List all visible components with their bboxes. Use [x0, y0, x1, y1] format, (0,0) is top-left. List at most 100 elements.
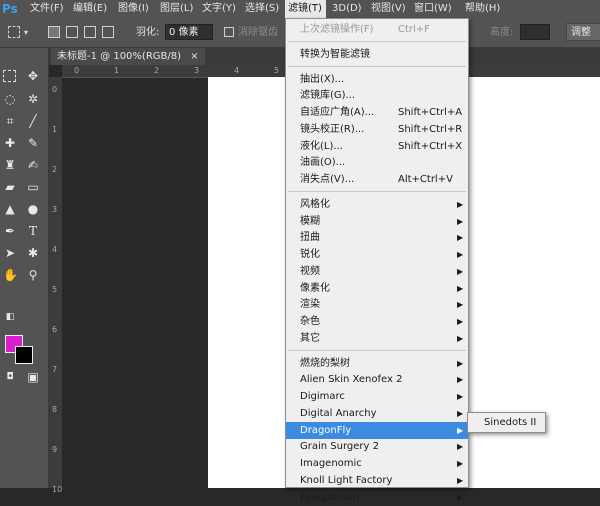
submenu-arrow-icon: ▶ [457, 300, 464, 310]
menu-layer[interactable]: 图层(L) [160, 0, 193, 18]
filter-menu-item[interactable]: 风格化 ▶ [286, 196, 468, 213]
filter-menu-item[interactable]: Knoll Light Factory ▶ [286, 472, 468, 489]
marquee-icon[interactable] [3, 70, 16, 82]
filter-menu-item[interactable]: 自适应广角(A)... Shift+Ctrl+A [286, 104, 468, 121]
move-icon[interactable]: ✥ [26, 69, 40, 83]
filter-menu-item[interactable]: 渲染 ▶ [286, 296, 468, 313]
filter-menu-item-shortcut: Ctrl+F [398, 24, 430, 35]
ruler-top-number: 2 [154, 66, 160, 75]
menu-select[interactable]: 选择(S) [245, 0, 279, 18]
crop-icon[interactable]: ⌗ [3, 114, 17, 128]
ruler-left-number: 5 [52, 285, 58, 294]
filter-menu-item[interactable]: Digimarc ▶ [286, 388, 468, 405]
gradient-icon[interactable]: ▭ [26, 180, 40, 194]
filter-menu-item-label: 杂色 [300, 316, 320, 327]
close-icon[interactable]: × [190, 51, 198, 62]
default-colors-icon[interactable]: ◧ [3, 310, 17, 324]
filter-menu-item[interactable]: 锐化 ▶ [286, 246, 468, 263]
add-to-selection-icon[interactable] [66, 26, 78, 38]
healing-brush-icon[interactable]: ✚ [3, 136, 17, 150]
marquee-preset-icon[interactable] [8, 26, 20, 38]
lasso-icon[interactable]: ◌ [3, 92, 17, 106]
ruler-left-number: 0 [52, 85, 58, 94]
filter-menu-item[interactable]: Alien Skin Xenofex 2 ▶ [286, 371, 468, 388]
antialias-checkbox[interactable] [224, 27, 234, 37]
filter-menu-item-label: 渲染 [300, 299, 320, 311]
chevron-down-icon[interactable]: ▾ [24, 18, 28, 47]
ruler-top-number: 3 [194, 66, 200, 75]
filter-menu: 上次滤镜操作(F) Ctrl+F 转换为智能滤镜 抽出(X)... 滤镜库(G)... 自… [285, 18, 469, 503]
filter-menu-item[interactable]: 抽出(X)... [286, 71, 468, 88]
filter-menu-item[interactable]: Imagenomic ▶ [286, 455, 468, 472]
submenu-arrow-icon: ▶ [457, 283, 464, 293]
filter-menu-item[interactable]: Digital Anarchy ▶ [286, 405, 468, 422]
filter-menu-item[interactable]: Panopticum ▶ [286, 489, 468, 506]
filter-menu-item[interactable]: 镜头校正(R)... Shift+Ctrl+R [286, 121, 468, 138]
filter-menu-item[interactable]: 液化(L)... Shift+Ctrl+X [286, 138, 468, 155]
document-tab[interactable]: 未标题-1 @ 100%(RGB/8) × [51, 48, 205, 65]
dragonfly-submenu: Sinedots II [467, 412, 546, 433]
refine-edge-button[interactable]: 调整 [566, 23, 600, 41]
submenu-item-sinedots[interactable]: Sinedots II [484, 413, 536, 432]
filter-menu-item[interactable]: 燃烧的梨树 ▶ [286, 355, 468, 372]
pen-icon[interactable]: ✒ [3, 224, 17, 238]
magic-wand-icon[interactable]: ✲ [26, 92, 40, 106]
filter-menu-item[interactable]: 油画(O)... [286, 154, 468, 171]
blur-icon[interactable]: ▲ [3, 202, 17, 216]
clone-stamp-icon[interactable]: ♜ [3, 158, 17, 172]
ruler-left-number: 9 [52, 445, 58, 454]
path-selection-icon[interactable]: ➤ [3, 246, 17, 260]
filter-menu-item[interactable]: 杂色 ▶ [286, 313, 468, 330]
filter-menu-item[interactable]: 滤镜库(G)... [286, 87, 468, 104]
menu-window[interactable]: 窗口(W) [414, 0, 452, 18]
filter-menu-item-label: 其它 [300, 332, 320, 344]
submenu-arrow-icon: ▶ [457, 358, 464, 368]
menu-edit[interactable]: 编辑(E) [73, 0, 107, 18]
antialias-label: 消除锯齿 [238, 27, 278, 38]
ruler-left-number: 2 [52, 165, 58, 174]
filter-menu-item[interactable]: 其它 ▶ [286, 330, 468, 347]
menu-image[interactable]: 图像(I) [118, 0, 149, 18]
eraser-icon[interactable]: ▰ [3, 180, 17, 194]
filter-menu-item-label: 像素化 [300, 282, 330, 294]
menu-help[interactable]: 帮助(H) [465, 0, 500, 18]
hand-icon[interactable]: ✋ [3, 268, 18, 282]
filter-menu-item-shortcut: Shift+Ctrl+R [398, 123, 463, 135]
filter-menu-item[interactable]: 扭曲 ▶ [286, 229, 468, 246]
quick-mask-icon[interactable]: ◘ [3, 370, 17, 384]
filter-menu-item[interactable]: 模糊 ▶ [286, 213, 468, 230]
dodge-icon[interactable]: ● [26, 202, 40, 216]
type-icon[interactable]: T [26, 224, 40, 238]
document-title: 未标题-1 @ 100%(RGB/8) [57, 51, 182, 62]
intersect-selection-icon[interactable] [102, 26, 114, 38]
menu-file[interactable]: 文件(F) [30, 0, 64, 18]
eyedropper-icon[interactable]: ╱ [26, 114, 40, 128]
brush-icon[interactable]: ✎ [26, 136, 40, 150]
filter-menu-item[interactable]: 转换为智能滤镜 [286, 46, 468, 63]
ruler-top-number: 5 [274, 66, 280, 75]
menu-type[interactable]: 文字(Y) [202, 0, 236, 18]
filter-menu-item[interactable]: 消失点(V)... Alt+Ctrl+V [286, 171, 468, 188]
new-selection-icon[interactable] [48, 26, 60, 38]
filter-menu-item[interactable]: 像素化 ▶ [286, 280, 468, 297]
filter-menu-item-shortcut: Alt+Ctrl+V [398, 174, 453, 185]
filter-menu-item-shortcut: Shift+Ctrl+X [398, 140, 463, 152]
filter-menu-item-label: 视频 [300, 265, 320, 277]
feather-input[interactable]: 0 像素 [165, 24, 213, 40]
height-input[interactable] [520, 24, 550, 40]
menu-filter[interactable]: 滤镜(T) [285, 0, 326, 18]
zoom-icon[interactable]: ⚲ [26, 268, 40, 282]
menu-3d[interactable]: 3D(D) [332, 0, 362, 18]
subtract-selection-icon[interactable] [84, 26, 96, 38]
submenu-arrow-icon: ▶ [457, 459, 464, 468]
history-brush-icon[interactable]: ✍ [26, 158, 40, 172]
filter-menu-item[interactable]: DragonFly ▶ [286, 421, 468, 439]
filter-menu-item-label: Digimarc [300, 391, 345, 402]
photoshop-logo: Ps [2, 2, 18, 16]
shape-icon[interactable]: ✱ [26, 246, 40, 260]
background-color-swatch[interactable] [15, 346, 33, 364]
screen-mode-icon[interactable]: ▣ [26, 370, 40, 384]
filter-menu-item[interactable]: Grain Surgery 2 ▶ [286, 438, 468, 455]
filter-menu-item[interactable]: 视频 ▶ [286, 263, 468, 280]
menu-view[interactable]: 视图(V) [371, 0, 406, 18]
